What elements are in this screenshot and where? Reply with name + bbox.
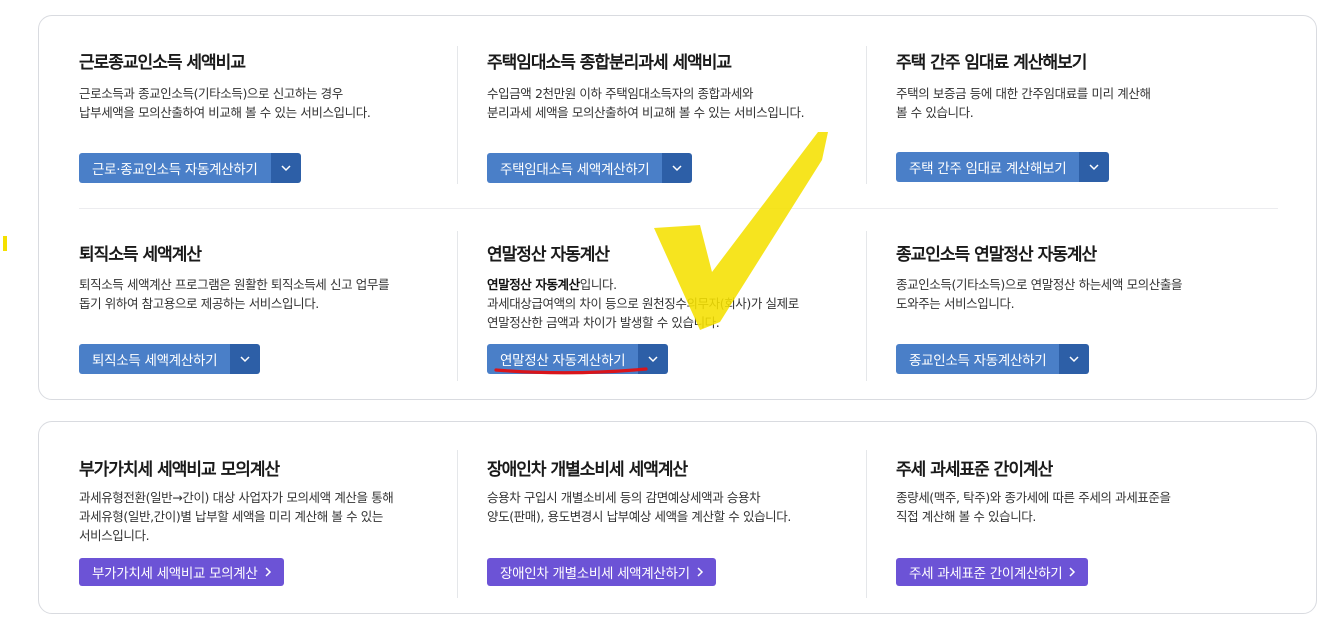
card-earned-religious-income: 근로종교인소득 세액비교 근로소득과 종교인소득(기타소득)으로 신고하는 경우… bbox=[79, 48, 449, 188]
liquor-tax-button[interactable]: 주세 과세표준 간이계산하기 bbox=[896, 558, 1089, 586]
card-desc-line: 주택의 보증금 등에 대한 간주임대료를 미리 계산해 bbox=[896, 86, 1151, 101]
card-desc-rest: 입니다. bbox=[579, 277, 617, 292]
card-desc-bold: 연말정산 자동계산 bbox=[487, 277, 580, 292]
disabled-vehicle-tax-button[interactable]: 장애인차 개별소비세 세액계산하기 bbox=[487, 558, 716, 586]
chevron-right-icon bbox=[696, 558, 716, 586]
card-disabled-vehicle-tax: 장애인차 개별소비세 세액계산 승용차 구입시 개별소비세 등의 감면예상세액과… bbox=[487, 455, 857, 595]
button-label: 주세 과세표준 간이계산하기 bbox=[909, 566, 1063, 582]
card-desc-line: 서비스입니다. bbox=[79, 528, 150, 543]
chevron-down-icon[interactable] bbox=[662, 153, 693, 183]
card-desc-line: 과세유형(일반,간이)별 납부할 세액을 미리 계산해 볼 수 있는 bbox=[79, 509, 383, 524]
column-divider bbox=[457, 450, 458, 598]
card-desc-line: 수입금액 2천만원 이하 주택임대소득자의 종합과세와 bbox=[487, 86, 754, 101]
card-desc-line: 분리과세 세액을 모의산출하여 비교해 볼 수 있는 서비스입니다. bbox=[487, 105, 805, 120]
card-title: 근로종교인소득 세액비교 bbox=[79, 53, 246, 73]
chevron-right-icon bbox=[1068, 558, 1088, 586]
card-vat-comparison: 부가가치세 세액비교 모의계산 과세유형전환(일반→간이) 대상 사업자가 모의… bbox=[79, 455, 449, 595]
button-label: 장애인차 개별소비세 세액계산하기 bbox=[500, 566, 690, 582]
card-desc-line: 연말정산 자동계산입니다. bbox=[487, 275, 617, 294]
card-housing-rental-income: 주택임대소득 종합분리과세 세액비교 수입금액 2천만원 이하 주택임대소득자의… bbox=[487, 48, 857, 188]
card-deemed-rent: 주택 간주 임대료 계산해보기 주택의 보증금 등에 대한 간주임대료를 미리 … bbox=[896, 48, 1266, 188]
chevron-down-icon[interactable] bbox=[1059, 344, 1090, 374]
chevron-right-icon bbox=[264, 558, 284, 586]
card-desc-line: 근로소득과 종교인소득(기타소득)으로 신고하는 경우 bbox=[79, 86, 343, 101]
retirement-calc-button[interactable]: 퇴직소득 세액계산하기 bbox=[79, 344, 261, 374]
button-label: 주택임대소득 세액계산하기 bbox=[487, 153, 663, 183]
card-desc-line: 종교인소득(기타소득)으로 연말정산 하는세액 모의산출을 bbox=[896, 277, 1183, 292]
column-divider bbox=[866, 450, 867, 598]
card-desc-line: 볼 수 있습니다. bbox=[896, 105, 974, 120]
row-divider bbox=[79, 208, 1278, 209]
chevron-down-icon[interactable] bbox=[230, 344, 261, 374]
button-label: 주택 간주 임대료 계산해보기 bbox=[896, 152, 1080, 182]
card-title: 부가가치세 세액비교 모의계산 bbox=[79, 460, 280, 480]
chevron-down-icon[interactable] bbox=[270, 153, 301, 183]
card-title: 종교인소득 연말정산 자동계산 bbox=[896, 245, 1097, 265]
deemed-rent-calc-button[interactable]: 주택 간주 임대료 계산해보기 bbox=[896, 152, 1110, 182]
button-label: 부가가치세 세액비교 모의계산 bbox=[92, 566, 258, 582]
card-desc-line: 퇴직소득 세액계산 프로그램은 원활한 퇴직소득세 신고 업무를 bbox=[79, 277, 390, 292]
card-year-end-settlement: 연말정산 자동계산 연말정산 자동계산입니다. 과세대상급여액의 차이 등으로 … bbox=[487, 240, 857, 380]
card-religious-year-end: 종교인소득 연말정산 자동계산 종교인소득(기타소득)으로 연말정산 하는세액 … bbox=[896, 240, 1266, 380]
card-desc-line: 돕기 위하여 참고용으로 제공하는 서비스입니다. bbox=[79, 296, 319, 311]
housing-rental-calc-button[interactable]: 주택임대소득 세액계산하기 bbox=[487, 153, 693, 183]
card-liquor-tax: 주세 과세표준 간이계산 종량세(맥주, 탁주)와 종가세에 따른 주세의 과세… bbox=[896, 455, 1266, 595]
column-divider bbox=[457, 46, 458, 184]
chevron-down-icon[interactable] bbox=[638, 344, 669, 374]
card-desc-line: 과세유형전환(일반→간이) 대상 사업자가 모의세액 계산을 통해 bbox=[79, 490, 394, 505]
card-title: 퇴직소득 세액계산 bbox=[79, 245, 202, 265]
card-desc-line: 도와주는 서비스입니다. bbox=[896, 296, 1015, 311]
card-title: 주세 과세표준 간이계산 bbox=[896, 460, 1053, 480]
column-divider bbox=[866, 46, 867, 184]
yellow-mark bbox=[3, 236, 7, 251]
year-end-settlement-calc-button[interactable]: 연말정산 자동계산하기 bbox=[487, 344, 669, 374]
button-label: 연말정산 자동계산하기 bbox=[487, 344, 639, 374]
card-desc-line: 납부세액을 모의산출하여 비교해 볼 수 있는 서비스입니다. bbox=[79, 105, 371, 120]
card-title: 연말정산 자동계산 bbox=[487, 245, 610, 265]
card-retirement-income: 퇴직소득 세액계산 퇴직소득 세액계산 프로그램은 원활한 퇴직소득세 신고 업… bbox=[79, 240, 449, 380]
card-title: 장애인차 개별소비세 세액계산 bbox=[487, 460, 688, 480]
religious-year-end-calc-button[interactable]: 종교인소득 자동계산하기 bbox=[896, 344, 1090, 374]
card-title: 주택 간주 임대료 계산해보기 bbox=[896, 53, 1087, 73]
card-desc-line: 승용차 구입시 개별소비세 등의 감면예상세액과 승용차 bbox=[487, 490, 761, 505]
card-desc-line: 과세대상급여액의 차이 등으로 원천징수의무자(회사)가 실제로 bbox=[487, 296, 799, 311]
card-desc-line: 직접 계산해 볼 수 있습니다. bbox=[896, 509, 1036, 524]
button-label: 근로·종교인소득 자동계산하기 bbox=[79, 153, 271, 183]
button-label: 종교인소득 자동계산하기 bbox=[896, 344, 1060, 374]
earned-religious-calc-button[interactable]: 근로·종교인소득 자동계산하기 bbox=[79, 153, 301, 183]
card-title: 주택임대소득 종합분리과세 세액비교 bbox=[487, 53, 732, 73]
card-desc-line: 연말정산한 금액과 차이가 발생할 수 있습니다. bbox=[487, 315, 720, 330]
chevron-down-icon[interactable] bbox=[1079, 152, 1110, 182]
column-divider bbox=[457, 231, 458, 381]
vat-comparison-button[interactable]: 부가가치세 세액비교 모의계산 bbox=[79, 558, 284, 586]
button-label: 퇴직소득 세액계산하기 bbox=[79, 344, 231, 374]
column-divider bbox=[866, 231, 867, 381]
card-desc-line: 양도(판매), 용도변경시 납부예상 세액을 계산할 수 있습니다. bbox=[487, 509, 791, 524]
card-desc-line: 종량세(맥주, 탁주)와 종가세에 따른 주세의 과세표준을 bbox=[896, 490, 1171, 505]
